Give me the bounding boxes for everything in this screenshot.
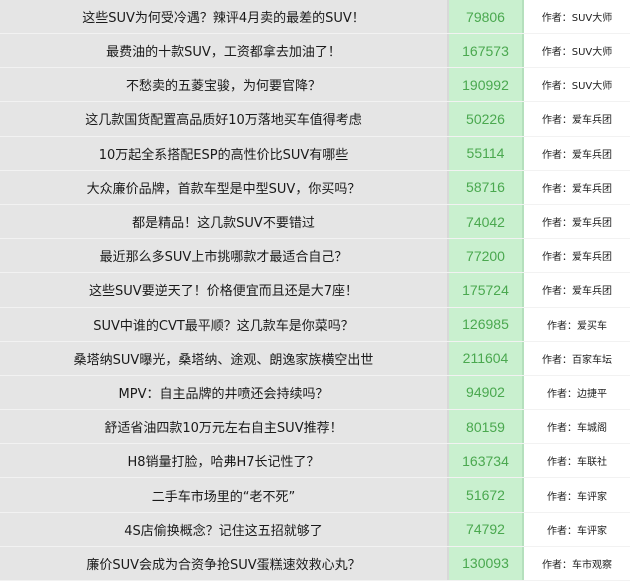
view-count-cell: 126985: [449, 307, 524, 341]
table-row: 这些SUV要逆天了！价格便宜而且还是大7座！ 175724 作者：爱车兵团: [0, 273, 630, 308]
table-row: 大众廉价品牌，首款车型是中型SUV，你买吗？ 58716 作者：爱车兵团: [0, 170, 630, 205]
author-cell: 作者：SUV大师: [524, 0, 630, 33]
article-title-cell[interactable]: 二手车市场里的“老不死”: [0, 478, 449, 512]
table-row: 这些SUV为何受冷遇？辣评4月卖的最差的SUV！ 79806 作者：SUV大师: [0, 0, 630, 34]
view-count-cell: 77200: [449, 239, 524, 273]
table-row: 廉价SUV会成为合资争抢SUV蛋糕速效救心丸？ 130093 作者：车市观察: [0, 546, 630, 581]
table-row: 最近那么多SUV上市挑哪款才最适合自己？ 77200 作者：爱车兵团: [0, 239, 630, 274]
view-count-cell: 190992: [449, 68, 524, 102]
author-cell: 作者：爱车兵团: [524, 170, 630, 204]
table-row: 不愁卖的五菱宝骏，为何要官降？ 190992 作者：SUV大师: [0, 68, 630, 103]
article-title-cell[interactable]: 最近那么多SUV上市挑哪款才最适合自己？: [0, 239, 449, 273]
view-count-cell: 167573: [449, 34, 524, 68]
article-title-cell[interactable]: 这些SUV为何受冷遇？辣评4月卖的最差的SUV！: [0, 0, 449, 33]
table-row: H8销量打脸，哈弗H7长记性了？ 163734 作者：车联社: [0, 444, 630, 479]
view-count-cell: 163734: [449, 444, 524, 478]
view-count-cell: 74042: [449, 204, 524, 239]
author-cell: 作者：SUV大师: [524, 68, 630, 102]
author-cell: 作者：爱车兵团: [524, 273, 630, 307]
view-count-cell: 79806: [449, 0, 524, 33]
author-cell: 作者：爱车兵团: [524, 239, 630, 273]
article-stats-table: 这些SUV为何受冷遇？辣评4月卖的最差的SUV！ 79806 作者：SUV大师 最费油…: [0, 0, 630, 582]
view-count-cell: 130093: [449, 546, 524, 580]
article-title-cell[interactable]: 这几款国货配置高品质好10万落地买车值得考虑: [0, 102, 449, 136]
table-row: 最费油的十款SUV，工资都拿去加油了！ 167573 作者：SUV大师: [0, 34, 630, 69]
table-row: 二手车市场里的“老不死” 51672 作者：车评家: [0, 478, 630, 513]
article-title-cell[interactable]: 都是精品！这几款SUV不要错过: [0, 204, 449, 239]
article-title-cell[interactable]: 最费油的十款SUV，工资都拿去加油了！: [0, 34, 449, 68]
table-row: 舒适省油四款10万元左右自主SUV推荐！ 80159 作者：车城阁: [0, 410, 630, 445]
author-cell: 作者：百家车坛: [524, 341, 630, 375]
view-count-cell: 58716: [449, 170, 524, 204]
table-row: 10万起全系搭配ESP的高性价比SUV有哪些 55114 作者：爱车兵团: [0, 136, 630, 171]
author-cell: 作者：爱买车: [524, 307, 630, 341]
article-title-cell[interactable]: 这些SUV要逆天了！价格便宜而且还是大7座！: [0, 273, 449, 307]
author-cell: 作者：爱车兵团: [524, 136, 630, 170]
view-count-cell: 74792: [449, 512, 524, 546]
view-count-cell: 55114: [449, 136, 524, 170]
article-title-cell[interactable]: SUV中谁的CVT最平顺？这几款车是你菜吗？: [0, 307, 449, 341]
table-row: MPV：自主品牌的井喷还会持续吗？ 94902 作者：边捷平: [0, 375, 630, 411]
author-cell: 作者：车评家: [524, 512, 630, 546]
view-count-cell: 80159: [449, 410, 524, 444]
article-title-cell[interactable]: 4S店偷换概念？记住这五招就够了: [0, 512, 449, 546]
table-row: SUV中谁的CVT最平顺？这几款车是你菜吗？ 126985 作者：爱买车: [0, 307, 630, 342]
author-cell: 作者：车评家: [524, 478, 630, 512]
article-title-cell[interactable]: 廉价SUV会成为合资争抢SUV蛋糕速效救心丸？: [0, 546, 449, 580]
table-row: 都是精品！这几款SUV不要错过 74042 作者：爱车兵团: [0, 204, 630, 240]
article-title-cell[interactable]: 大众廉价品牌，首款车型是中型SUV，你买吗？: [0, 170, 449, 204]
author-cell: 作者：爱车兵团: [524, 204, 630, 239]
view-count-cell: 50226: [449, 102, 524, 136]
author-cell: 作者：爱车兵团: [524, 102, 630, 136]
table-row: 桑塔纳SUV曝光，桑塔纳、途观、朗逸家族横空出世 211604 作者：百家车坛: [0, 341, 630, 376]
view-count-cell: 211604: [449, 341, 524, 375]
article-title-cell[interactable]: MPV：自主品牌的井喷还会持续吗？: [0, 375, 449, 410]
article-title-cell[interactable]: 桑塔纳SUV曝光，桑塔纳、途观、朗逸家族横空出世: [0, 341, 449, 375]
view-count-cell: 175724: [449, 273, 524, 307]
author-cell: 作者：车城阁: [524, 410, 630, 444]
table-row: 4S店偷换概念？记住这五招就够了 74792 作者：车评家: [0, 512, 630, 547]
author-cell: 作者：车联社: [524, 444, 630, 478]
article-title-cell[interactable]: H8销量打脸，哈弗H7长记性了？: [0, 444, 449, 478]
author-cell: 作者：车市观察: [524, 546, 630, 580]
article-title-cell[interactable]: 不愁卖的五菱宝骏，为何要官降？: [0, 68, 449, 102]
view-count-cell: 94902: [449, 375, 524, 410]
view-count-cell: 51672: [449, 478, 524, 512]
article-title-cell[interactable]: 舒适省油四款10万元左右自主SUV推荐！: [0, 410, 449, 444]
author-cell: 作者：边捷平: [524, 375, 630, 410]
author-cell: 作者：SUV大师: [524, 34, 630, 68]
article-title-cell[interactable]: 10万起全系搭配ESP的高性价比SUV有哪些: [0, 136, 449, 170]
table-row: 这几款国货配置高品质好10万落地买车值得考虑 50226 作者：爱车兵团: [0, 102, 630, 137]
